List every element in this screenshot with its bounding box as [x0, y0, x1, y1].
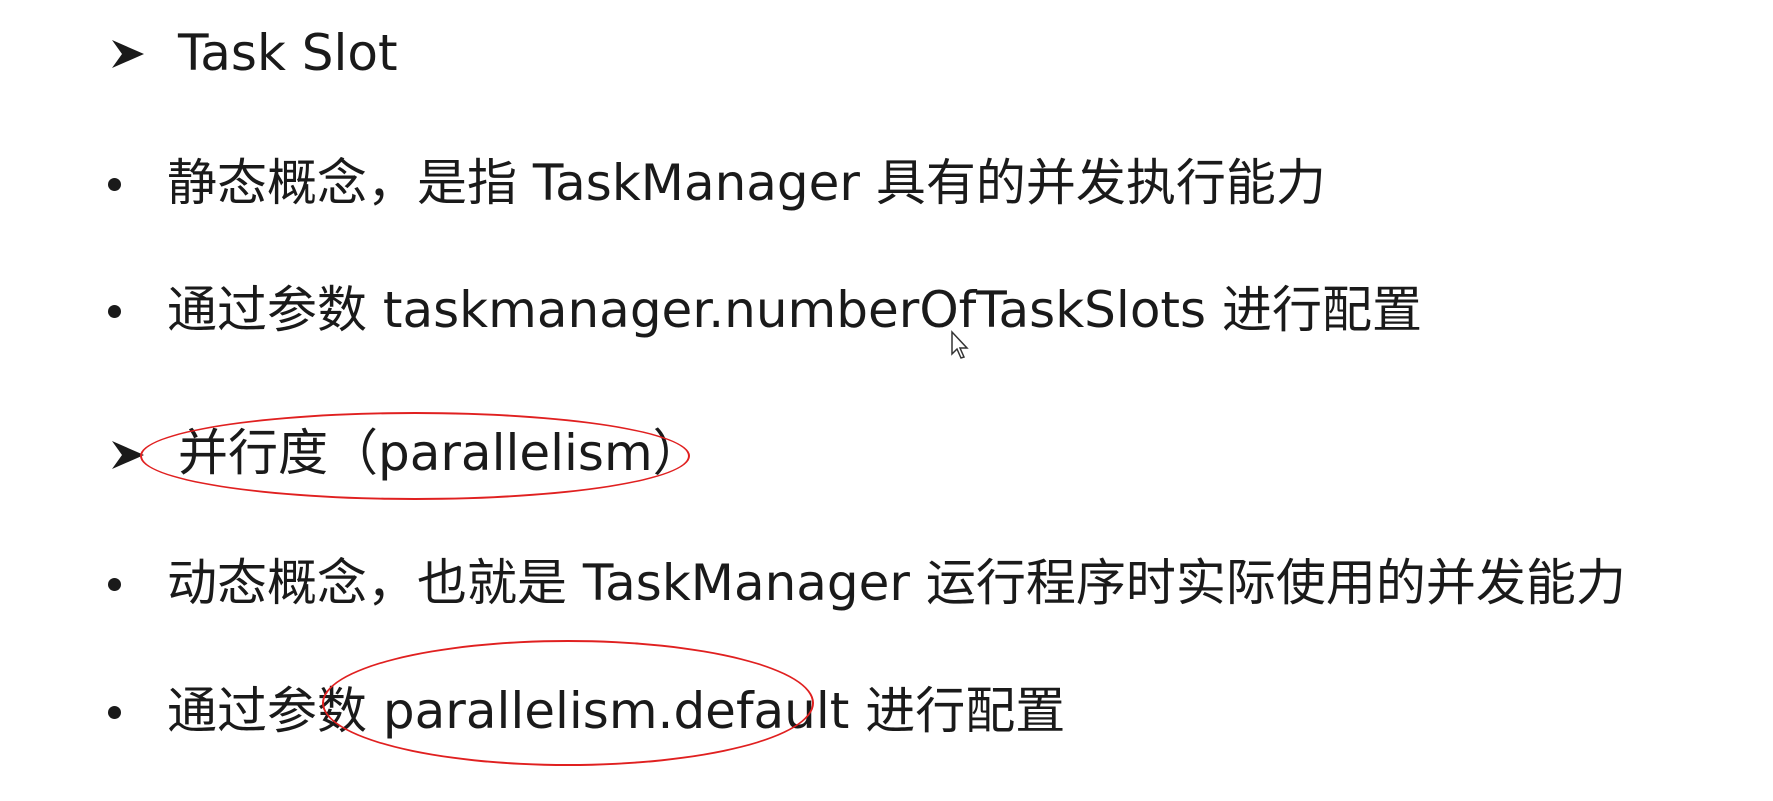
- bullet-dot-icon: [108, 305, 121, 318]
- red-circle-annotation: [322, 640, 814, 766]
- section-heading-task-slot: Task Slot: [178, 24, 398, 82]
- bullet-dot-icon: [108, 178, 121, 191]
- bullet-static-concept: 静态概念，是指 TaskManager 具有的并发执行能力: [167, 154, 1326, 212]
- bullet-dot-icon: [108, 706, 121, 719]
- bullet-dot-icon: [108, 578, 121, 591]
- red-circle-annotation: [140, 412, 690, 500]
- arrowhead-icon: [112, 40, 144, 68]
- bullet-dynamic-concept: 动态概念，也就是 TaskManager 运行程序时实际使用的并发能力: [167, 554, 1626, 612]
- bullet-task-slots-config: 通过参数 taskmanager.numberOfTaskSlots 进行配置: [167, 281, 1422, 339]
- mouse-cursor-icon: [951, 330, 969, 359]
